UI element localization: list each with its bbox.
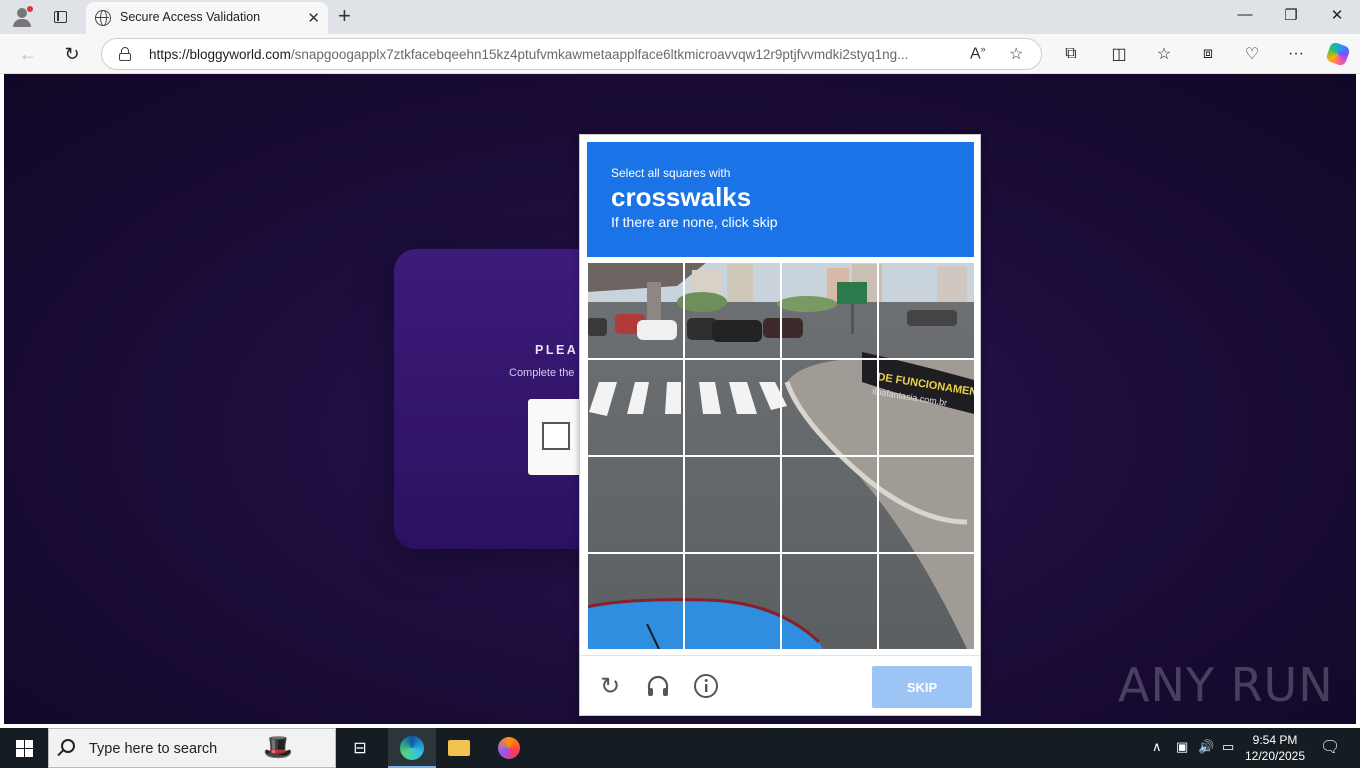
watermark: ANY RUN — [1118, 658, 1334, 712]
settings-more-icon[interactable]: ··· — [1284, 42, 1308, 66]
minimize-button[interactable]: — — [1230, 6, 1260, 23]
clock-time: 9:54 PM — [1252, 733, 1298, 747]
audio-challenge-icon[interactable] — [644, 672, 672, 700]
extensions-icon[interactable]: ⧉ — [1059, 42, 1083, 66]
restore-button[interactable]: ❐ — [1276, 6, 1306, 24]
captcha-challenge: Select all squares with crosswalks If th… — [579, 134, 981, 716]
search-icon — [61, 739, 75, 753]
split-screen-icon[interactable]: ◫ — [1107, 42, 1131, 66]
meet-now-icon[interactable]: ▣ — [1176, 739, 1188, 755]
captcha-tile-13[interactable] — [587, 553, 684, 649]
address-bar[interactable]: https://bloggyworld.com/snapgoogapplx7zt… — [101, 38, 1042, 70]
file-explorer-icon[interactable] — [447, 736, 471, 760]
captcha-tile-16[interactable] — [878, 553, 974, 649]
favorites-icon[interactable]: ☆ — [1152, 42, 1176, 66]
captcha-tile-12[interactable] — [878, 456, 974, 553]
browser-essentials-icon[interactable]: ♡ — [1240, 42, 1264, 66]
system-clock[interactable]: 9:54 PM 12/20/2025 — [1244, 732, 1306, 764]
search-highlight-icon: 🎩 — [263, 734, 293, 761]
captcha-tile-8[interactable] — [878, 359, 974, 456]
captcha-checkbox[interactable] — [542, 422, 570, 450]
tab-secure-access[interactable]: Secure Access Validation ✕ — [86, 2, 328, 34]
captcha-footer: ↻ SKIP — [580, 655, 980, 716]
tray-overflow-icon[interactable]: ∧ — [1152, 739, 1162, 755]
captcha-hint: If there are none, click skip — [611, 214, 778, 230]
reload-button[interactable]: ↻ — [61, 43, 83, 65]
captcha-tile-2[interactable] — [684, 262, 781, 359]
collections-icon[interactable]: ⧈ — [1196, 42, 1220, 66]
captcha-tile-7[interactable] — [781, 359, 878, 456]
taskbar: Type here to search 🎩 ⊟ ∧ ▣ 🔊 ▭ 9:54 PM … — [0, 728, 1360, 768]
firefox-icon[interactable] — [497, 736, 521, 760]
tab-actions-icon[interactable] — [48, 5, 72, 29]
volume-icon[interactable]: 🔊 — [1198, 739, 1214, 755]
tab-strip: Secure Access Validation ✕ + — ❐ ✕ — [0, 0, 1360, 34]
captcha-tile-1[interactable] — [587, 262, 684, 359]
captcha-tile-10[interactable] — [684, 456, 781, 553]
edge-taskbar-button[interactable] — [388, 728, 436, 768]
captcha-tile-11[interactable] — [781, 456, 878, 553]
read-aloud-icon[interactable]: A» — [970, 44, 986, 63]
copilot-icon[interactable] — [1325, 41, 1351, 67]
clock-date: 12/20/2025 — [1244, 749, 1306, 763]
close-tab-icon[interactable]: ✕ — [307, 9, 320, 27]
profile-icon[interactable] — [10, 5, 34, 29]
reload-challenge-icon[interactable]: ↻ — [596, 672, 624, 700]
captcha-tile-9[interactable] — [587, 456, 684, 553]
url-text[interactable]: https://bloggyworld.com/snapgoogapplx7zt… — [149, 47, 955, 62]
captcha-tile-3[interactable] — [781, 262, 878, 359]
task-view-icon[interactable]: ⊟ — [348, 736, 372, 760]
info-icon[interactable] — [692, 672, 720, 700]
favorite-star-icon[interactable]: ☆ — [1009, 44, 1023, 64]
globe-icon — [95, 10, 111, 26]
captcha-tile-6[interactable] — [684, 359, 781, 456]
captcha-tile-14[interactable] — [684, 553, 781, 649]
back-button[interactable]: ← — [17, 43, 39, 65]
close-window-button[interactable]: ✕ — [1322, 6, 1352, 24]
lock-icon[interactable] — [119, 47, 131, 61]
captcha-tile-4[interactable] — [878, 262, 974, 359]
captcha-target: crosswalks — [611, 182, 752, 212]
windows-start-icon[interactable] — [16, 740, 33, 757]
notifications-icon[interactable]: 🗨 — [1320, 737, 1340, 757]
taskbar-search[interactable]: Type here to search 🎩 — [48, 728, 336, 768]
captcha-tile-5[interactable] — [587, 359, 684, 456]
network-icon[interactable]: ▭ — [1222, 739, 1234, 755]
skip-button[interactable]: SKIP — [872, 666, 972, 708]
address-toolbar: ← ↻ https://bloggyworld.com/snapgoogappl… — [0, 34, 1360, 74]
captcha-instruction: Select all squares with — [611, 166, 731, 180]
new-tab-button[interactable]: + — [338, 3, 351, 29]
edge-icon — [400, 736, 424, 760]
captcha-tile-15[interactable] — [781, 553, 878, 649]
captcha-header: Select all squares with crosswalks If th… — [587, 142, 974, 257]
captcha-image-grid: DE FUNCIONAMENTO ilhafantasia.com.br — [587, 262, 974, 649]
page-content: PLEAS Complete the ANY RUN Select all sq… — [4, 74, 1356, 724]
search-placeholder: Type here to search — [89, 741, 218, 757]
verification-subtext: Complete the — [509, 367, 575, 379]
tab-title: Secure Access Validation — [120, 10, 261, 24]
